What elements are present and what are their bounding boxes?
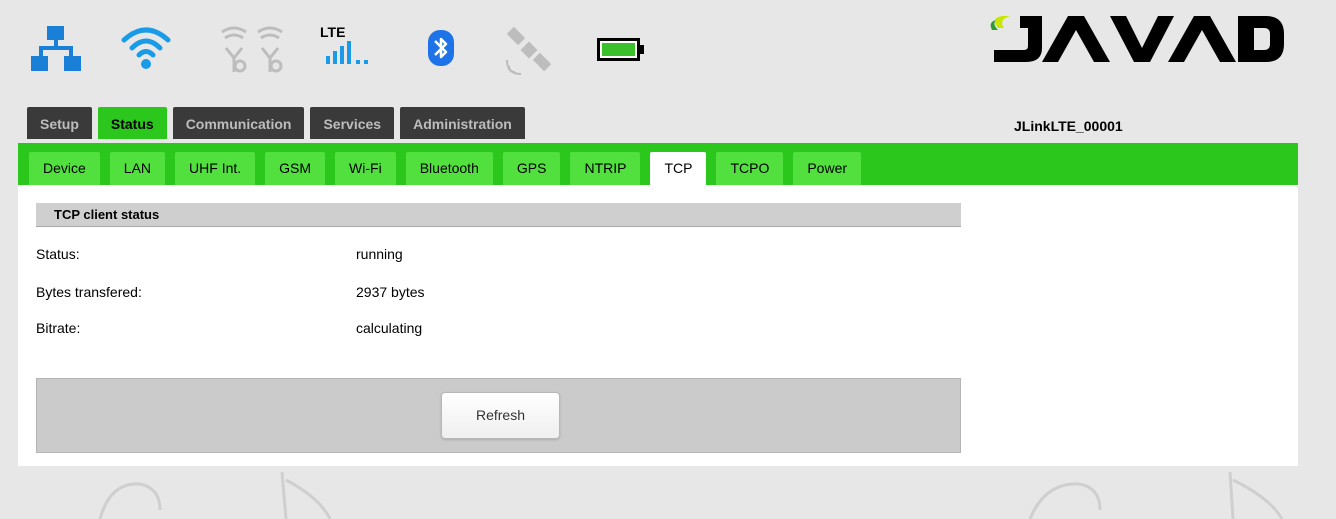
lan-icon (31, 26, 81, 71)
main-tab-setup[interactable]: Setup (27, 107, 92, 139)
sub-tab-bar: Device LAN UHF Int. GSM Wi-Fi Bluetooth … (18, 143, 1298, 185)
lte-signal-icon: LTE (320, 24, 380, 68)
section-title: TCP client status (36, 203, 961, 227)
javad-logo (990, 16, 1284, 62)
refresh-button[interactable]: Refresh (441, 392, 560, 439)
battery-icon (597, 38, 644, 61)
main-tab-services[interactable]: Services (310, 107, 395, 139)
sub-tab-wifi[interactable]: Wi-Fi (335, 152, 396, 185)
status-label: Status: (36, 246, 80, 262)
device-name: JLinkLTE_00001 (1014, 118, 1123, 134)
main-tab-status[interactable]: Status (97, 107, 167, 139)
sub-tab-power[interactable]: Power (793, 152, 862, 185)
content-panel: TCP client status Status: running Bytes … (18, 185, 1298, 466)
bitrate-label: Bitrate: (36, 320, 81, 336)
bitrate-value: calculating (356, 320, 423, 336)
sub-tab-ntrip[interactable]: NTRIP (570, 152, 641, 185)
main-tab-communication[interactable]: Communication (172, 107, 305, 139)
sub-tab-gsm[interactable]: GSM (265, 152, 326, 185)
sub-tab-tcpo[interactable]: TCPO (716, 152, 784, 185)
bytes-value: 2937 bytes (356, 284, 425, 300)
uhf-radio-icon (221, 26, 283, 73)
bytes-label: Bytes transfered: (36, 284, 142, 300)
satellite-icon (506, 26, 552, 75)
sub-tab-uhf-int[interactable]: UHF Int. (175, 152, 256, 185)
sub-tab-gps[interactable]: GPS (502, 152, 561, 185)
header-bar: LTE (0, 0, 1336, 100)
status-value: running (356, 246, 403, 262)
lte-label: LTE (320, 24, 346, 40)
sub-tab-bluetooth[interactable]: Bluetooth (405, 152, 493, 185)
button-bar: Refresh (36, 378, 961, 453)
sub-tab-lan[interactable]: LAN (109, 152, 166, 185)
main-tabs: Setup Status Communication Services Admi… (27, 107, 525, 139)
sub-tab-device[interactable]: Device (29, 152, 100, 185)
bluetooth-icon (428, 30, 454, 66)
wifi-icon (121, 27, 171, 69)
sub-tab-tcp[interactable]: TCP (650, 152, 707, 185)
main-tab-administration[interactable]: Administration (400, 107, 525, 139)
background-watermark (98, 471, 1284, 519)
